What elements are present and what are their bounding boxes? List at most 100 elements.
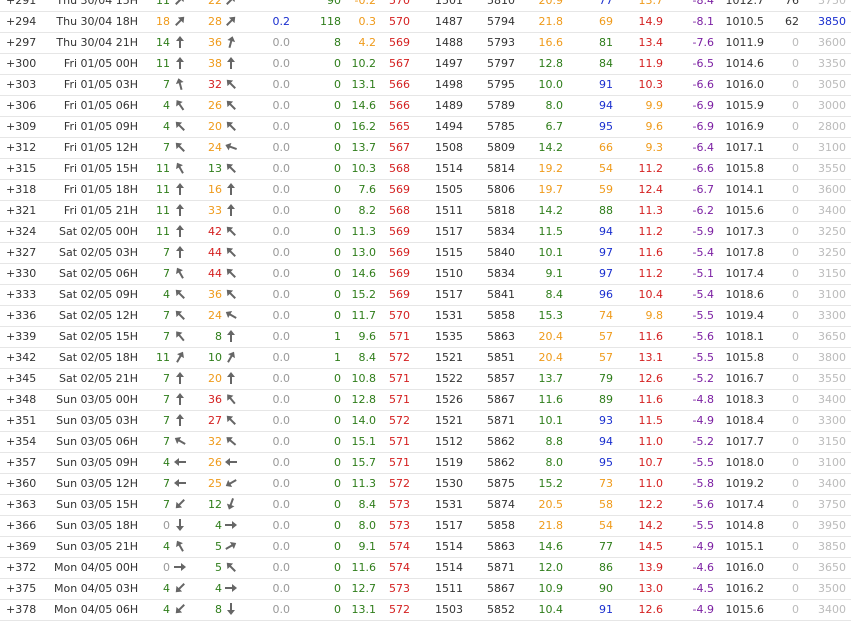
table-row: +366 Sun 03/05 18H 0 4 0.0 0 8.0 573 151… bbox=[0, 516, 851, 537]
forecast-datetime: Thu 30/04 21H bbox=[56, 36, 138, 49]
pressure: 1014.1 bbox=[725, 183, 765, 196]
temperature-2m: 8.4 bbox=[358, 351, 377, 364]
relative-humidity: 95 bbox=[599, 120, 613, 133]
temperature-2m: 8.2 bbox=[358, 204, 377, 217]
cloud-level: 2800 bbox=[818, 120, 846, 133]
wind-arrow-icon bbox=[173, 476, 187, 490]
temperature-500: 13.1 bbox=[638, 351, 664, 364]
table-row: +291 Thu 30/04 15H 11 22 90 -0.2 570 150… bbox=[0, 0, 851, 12]
cloud-cover: 0 bbox=[792, 393, 799, 406]
forecast-hour: +339 bbox=[6, 330, 37, 343]
forecast-hour: +300 bbox=[6, 57, 37, 70]
wind-gust: 36 bbox=[208, 393, 222, 406]
geopotential-500: 5867 bbox=[487, 582, 515, 595]
cape-value: 0 bbox=[334, 519, 341, 532]
temperature-300: -5.4 bbox=[692, 246, 714, 259]
relative-humidity: 96 bbox=[599, 288, 613, 301]
forecast-datetime: Sun 03/05 15H bbox=[56, 498, 138, 511]
wind-arrow-icon bbox=[173, 203, 187, 217]
temperature-300: -8.4 bbox=[692, 0, 714, 7]
freezing-level: 572 bbox=[389, 603, 410, 616]
wind-gust: 32 bbox=[208, 435, 222, 448]
wind-gust: 42 bbox=[208, 225, 222, 238]
forecast-datetime: Fri 01/05 12H bbox=[63, 141, 138, 154]
geopotential-850: 1510 bbox=[435, 267, 463, 280]
geopotential-850: 1522 bbox=[435, 372, 463, 385]
temperature-2m: 13.1 bbox=[351, 603, 377, 616]
wind-arrow-icon bbox=[173, 497, 187, 511]
wind-speed: 4 bbox=[163, 99, 170, 112]
temperature-2m: 0.3 bbox=[358, 15, 377, 28]
cloud-level: 3400 bbox=[818, 477, 846, 490]
relative-humidity: 73 bbox=[599, 477, 613, 490]
cape-value: 0 bbox=[334, 414, 341, 427]
cloud-cover: 76 bbox=[785, 0, 799, 7]
cape-value: 1 bbox=[334, 351, 341, 364]
cape-value: 0 bbox=[334, 540, 341, 553]
relative-humidity: 54 bbox=[599, 162, 613, 175]
gust-arrow-icon bbox=[224, 518, 238, 532]
wind-arrow-icon bbox=[173, 371, 187, 385]
wind-speed: 4 bbox=[163, 120, 170, 133]
forecast-datetime: Sat 02/05 06H bbox=[59, 267, 138, 280]
gust-arrow-icon bbox=[224, 182, 238, 196]
relative-humidity: 59 bbox=[599, 183, 613, 196]
wind-speed: 4 bbox=[163, 540, 170, 553]
geopotential-500: 5810 bbox=[487, 0, 515, 7]
precipitation: 0.0 bbox=[272, 36, 291, 49]
cape-value: 0 bbox=[334, 204, 341, 217]
cloud-level: 3950 bbox=[818, 519, 846, 532]
temperature-500: 10.4 bbox=[638, 288, 664, 301]
table-row: +309 Fri 01/05 09H 4 20 0.0 0 16.2 565 1… bbox=[0, 117, 851, 138]
forecast-hour: +333 bbox=[6, 288, 37, 301]
geopotential-850: 1498 bbox=[435, 78, 463, 91]
forecast-hour: +360 bbox=[6, 477, 37, 490]
temperature-300: -5.5 bbox=[692, 309, 714, 322]
temperature-2m: 14.6 bbox=[351, 267, 377, 280]
temperature-300: -5.5 bbox=[692, 456, 714, 469]
pressure: 1018.3 bbox=[725, 393, 765, 406]
forecast-datetime: Fri 01/05 03H bbox=[63, 78, 138, 91]
wind-arrow-icon bbox=[173, 392, 187, 406]
forecast-datetime: Sat 02/05 15H bbox=[59, 330, 138, 343]
cape-value: 0 bbox=[334, 57, 341, 70]
geopotential-500: 5875 bbox=[487, 477, 515, 490]
relative-humidity: 97 bbox=[599, 267, 613, 280]
geopotential-850: 1487 bbox=[435, 15, 463, 28]
precipitation: 0.0 bbox=[272, 309, 291, 322]
gust-arrow-icon bbox=[224, 329, 238, 343]
wind-gust: 8 bbox=[215, 330, 222, 343]
wind-gust: 10 bbox=[208, 351, 222, 364]
forecast-hour: +321 bbox=[6, 204, 37, 217]
table-row: +312 Fri 01/05 12H 7 24 0.0 0 13.7 567 1… bbox=[0, 138, 851, 159]
temperature-850: 20.4 bbox=[538, 330, 564, 343]
temperature-500: 12.6 bbox=[638, 372, 664, 385]
forecast-datetime: Mon 04/05 06H bbox=[54, 603, 139, 616]
geopotential-850: 1511 bbox=[435, 204, 463, 217]
forecast-hour: +318 bbox=[6, 183, 37, 196]
geopotential-500: 5862 bbox=[487, 456, 515, 469]
cape-value: 0 bbox=[334, 456, 341, 469]
temperature-2m: 10.8 bbox=[351, 372, 377, 385]
forecast-hour: +345 bbox=[6, 372, 37, 385]
temperature-300: -6.6 bbox=[692, 78, 714, 91]
forecast-datetime: Fri 01/05 18H bbox=[63, 183, 138, 196]
forecast-datetime: Sun 03/05 03H bbox=[56, 414, 138, 427]
geopotential-850: 1517 bbox=[435, 288, 463, 301]
cape-value: 90 bbox=[327, 0, 341, 7]
wind-arrow-icon bbox=[173, 0, 187, 7]
temperature-300: -6.5 bbox=[692, 57, 714, 70]
forecast-hour: +369 bbox=[6, 540, 37, 553]
cape-value: 0 bbox=[334, 435, 341, 448]
cloud-cover: 0 bbox=[792, 225, 799, 238]
cloud-cover: 0 bbox=[792, 288, 799, 301]
forecast-datetime: Sat 02/05 03H bbox=[59, 246, 138, 259]
precipitation: 0.2 bbox=[272, 15, 291, 28]
wind-speed: 14 bbox=[156, 36, 170, 49]
freezing-level: 568 bbox=[389, 204, 410, 217]
forecast-datetime: Fri 01/05 15H bbox=[63, 162, 138, 175]
cape-value: 0 bbox=[334, 78, 341, 91]
pressure: 1019.2 bbox=[725, 477, 765, 490]
pressure: 1015.8 bbox=[725, 351, 765, 364]
cape-value: 0 bbox=[334, 246, 341, 259]
